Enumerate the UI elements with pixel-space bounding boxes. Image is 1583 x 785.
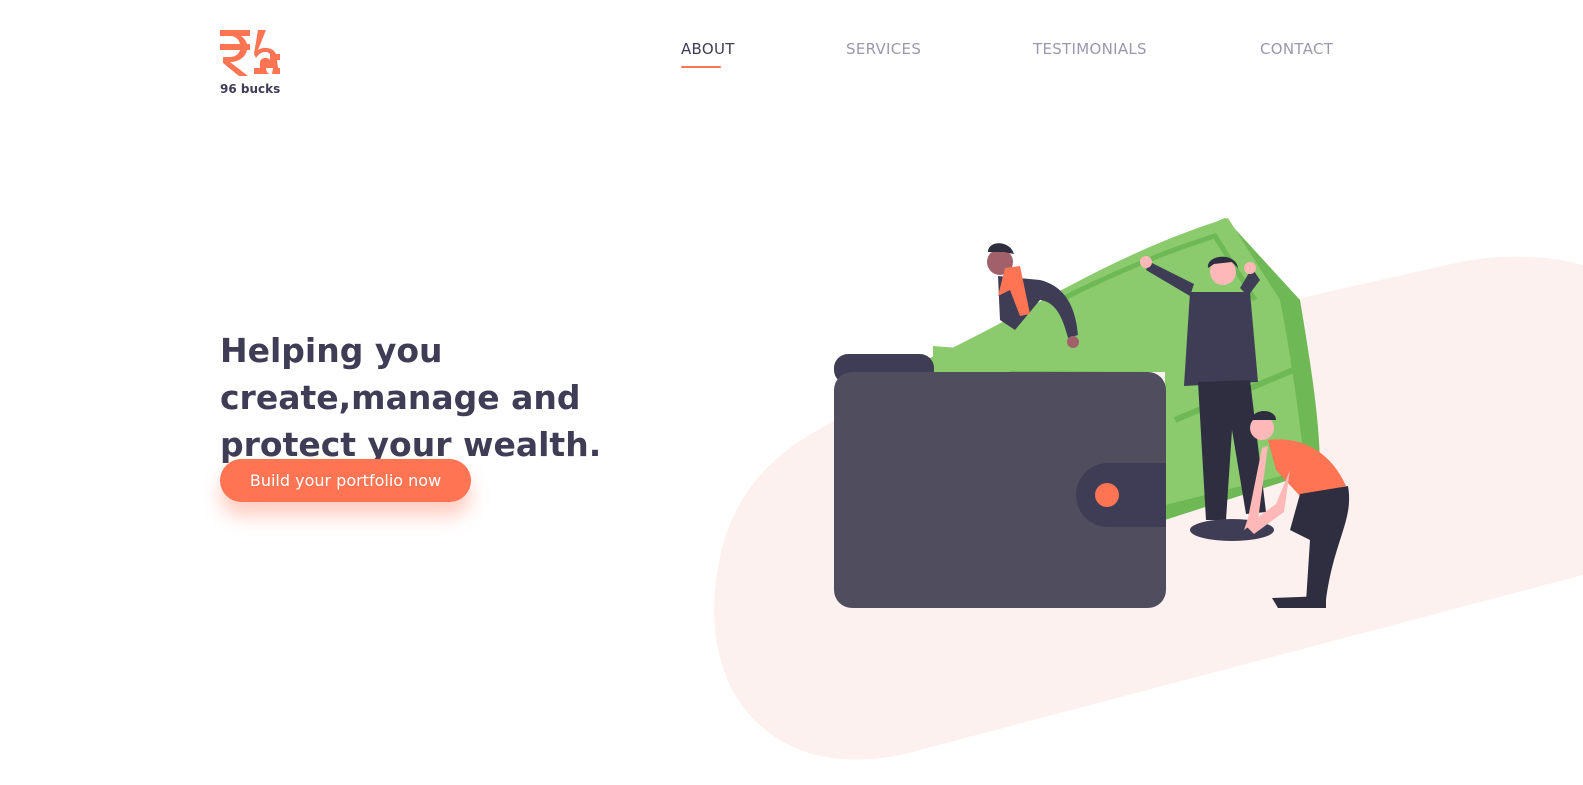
nav-item-services[interactable]: SERVICES [846,40,921,58]
wallet-button [1095,483,1119,507]
wallet-money-people-illustration [834,218,1350,608]
build-portfolio-button[interactable]: Build your portfolio now [220,459,471,502]
nav-item-testimonials[interactable]: TESTIMONIALS [1033,40,1147,58]
nav-item-about[interactable]: ABOUT [681,40,735,58]
brand-name: 96 bucks [220,82,281,96]
nav-item-contact[interactable]: CONTACT [1260,40,1333,58]
main-nav: ABOUT SERVICES TESTIMONIALS CONTACT [0,40,1583,70]
wallet-clasp [1076,463,1166,527]
landing-page: 96 bucks ABOUT SERVICES TESTIMONIALS CON… [0,0,1583,785]
hero-title: Helping you create,manage and protect yo… [220,331,602,464]
active-nav-indicator [681,66,721,68]
